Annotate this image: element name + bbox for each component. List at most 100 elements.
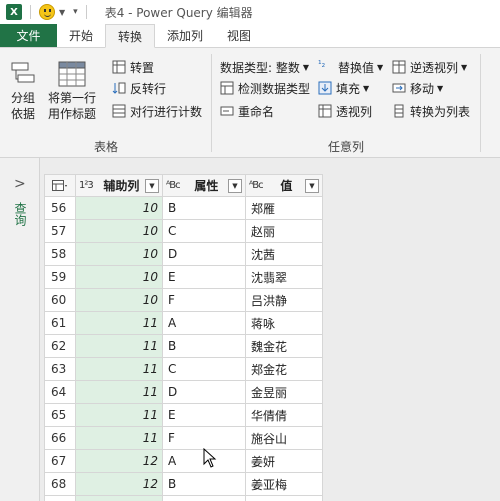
cell-attribute[interactable]: E — [162, 265, 246, 289]
cell-attribute[interactable]: E — [162, 403, 246, 427]
move-button[interactable]: 移动 ▼ — [392, 79, 443, 97]
table-row[interactable]: 65 11 E 华倩倩 — [44, 403, 323, 427]
cell-value[interactable]: 郑雁 — [245, 196, 323, 220]
cell-aux[interactable]: 12 — [75, 472, 163, 496]
column-header-value[interactable]: ᴬBc 值 ▼ — [245, 174, 323, 197]
cell-attribute[interactable]: D — [162, 242, 246, 266]
count-rows-button[interactable]: 对行进行计数 — [112, 102, 202, 120]
data-grid: 1²3 辅助列 ▼ ᴬBc 属性 ▼ ᴬBc 值 ▼ 56 10 B 郑雁 57… — [44, 174, 323, 501]
excel-icon[interactable]: X — [6, 4, 22, 20]
customize-qat-icon[interactable]: ▾ — [73, 7, 78, 17]
reverse-rows-button[interactable]: 反转行 — [112, 79, 166, 97]
text-type-icon[interactable]: ᴬBc — [249, 180, 264, 191]
cell-value[interactable]: 金昱丽 — [245, 380, 323, 404]
cell-attribute[interactable]: B — [162, 196, 246, 220]
cell-attribute[interactable]: B — [162, 334, 246, 358]
cell-aux[interactable]: 11 — [75, 403, 163, 427]
transpose-button[interactable]: 转置 — [112, 58, 154, 76]
replace-values-label: 替换值 — [338, 60, 375, 75]
cell-aux[interactable]: 10 — [75, 242, 163, 266]
detect-data-type-button[interactable]: 检测数据类型 — [220, 79, 310, 97]
table-row[interactable]: 68 12 B 姜亚梅 — [44, 472, 323, 496]
fill-button[interactable]: 填充 ▼ — [318, 79, 369, 97]
pivot-column-button[interactable]: 透视列 — [318, 102, 372, 120]
table-row[interactable]: 57 10 C 赵丽 — [44, 219, 323, 243]
cell-value[interactable]: 魏金花 — [245, 334, 323, 358]
tab-add-column[interactable]: 添加列 — [155, 24, 215, 47]
cell-value[interactable]: 沈茜 — [245, 242, 323, 266]
queries-pane-label[interactable]: 查询 — [12, 202, 29, 226]
group-by-button[interactable]: 分组 依据 — [8, 60, 38, 122]
unpivot-label: 逆透视列 — [410, 60, 459, 75]
column-filter-dropdown-icon[interactable]: ▼ — [228, 178, 242, 193]
tab-home[interactable]: 开始 — [57, 24, 105, 47]
cell-value[interactable]: 蒋咏 — [245, 311, 323, 335]
rename-button[interactable]: 重命名 — [220, 102, 274, 120]
cell-attribute[interactable]: C — [162, 495, 246, 501]
cell-value[interactable]: 吕洪静 — [245, 288, 323, 312]
table-row[interactable]: 62 11 B 魏金花 — [44, 334, 323, 358]
cell-aux[interactable]: 10 — [75, 265, 163, 289]
cell-value[interactable]: 沈翡翠 — [245, 265, 323, 289]
detect-type-label: 检测数据类型 — [238, 81, 311, 96]
table-row[interactable]: 6912C何寒 — [44, 495, 323, 501]
cell-aux[interactable]: 11 — [75, 334, 163, 358]
expand-queries-chevron-icon[interactable]: > — [14, 176, 26, 192]
unpivot-columns-button[interactable]: 逆透视列 ▼ — [392, 58, 467, 76]
smiley-dropdown-icon[interactable]: ▼ — [59, 8, 65, 17]
cell-attribute[interactable]: F — [162, 288, 246, 312]
cell-aux[interactable]: 11 — [75, 380, 163, 404]
cell-value[interactable]: 施谷山 — [245, 426, 323, 450]
tab-file[interactable]: 文件 — [0, 24, 57, 47]
cell-value[interactable]: 华倩倩 — [245, 403, 323, 427]
table-header-icon — [58, 61, 86, 87]
cell-value[interactable]: 赵丽 — [245, 219, 323, 243]
table-row[interactable]: 64 11 D 金昱丽 — [44, 380, 323, 404]
data-type-dropdown[interactable]: 数据类型: 整数 ▼ — [220, 58, 309, 76]
table-row[interactable]: 60 10 F 吕洪静 — [44, 288, 323, 312]
convert-to-list-button[interactable]: 转换为列表 — [392, 102, 470, 120]
feedback-smiley-icon[interactable] — [39, 4, 55, 20]
whole-number-type-icon[interactable]: 1²3 — [79, 180, 94, 191]
cell-attribute[interactable]: C — [162, 357, 246, 381]
cell-aux[interactable]: 10 — [75, 196, 163, 220]
cell-aux[interactable]: 12 — [75, 449, 163, 473]
cell-attribute[interactable]: C — [162, 219, 246, 243]
column-header-attribute[interactable]: ᴬBc 属性 ▼ — [162, 174, 246, 197]
use-first-row-as-headers-button[interactable]: 将第一行 用作标题 — [48, 60, 96, 122]
cell-attribute[interactable]: D — [162, 380, 246, 404]
cell-value[interactable]: 姜亚梅 — [245, 472, 323, 496]
cell-attribute[interactable]: F — [162, 426, 246, 450]
reverse-rows-label: 反转行 — [130, 81, 167, 96]
tab-transform[interactable]: 转换 — [105, 24, 156, 48]
cell-aux[interactable]: 11 — [75, 357, 163, 381]
table-row[interactable]: 59 10 E 沈翡翠 — [44, 265, 323, 289]
table-menu-corner[interactable] — [44, 174, 76, 197]
cell-aux[interactable]: 11 — [75, 311, 163, 335]
table-row[interactable]: 67 12 A 姜妍 — [44, 449, 323, 473]
text-type-icon[interactable]: ᴬBc — [166, 180, 181, 191]
cell-aux[interactable]: 10 — [75, 288, 163, 312]
column-header-aux[interactable]: 1²3 辅助列 ▼ — [75, 174, 163, 197]
cell-value[interactable]: 何寒 — [245, 495, 323, 501]
table-row[interactable]: 58 10 D 沈茜 — [44, 242, 323, 266]
cell-aux[interactable]: 11 — [75, 426, 163, 450]
table-row[interactable]: 61 11 A 蒋咏 — [44, 311, 323, 335]
table-row[interactable]: 66 11 F 施谷山 — [44, 426, 323, 450]
cell-value[interactable]: 姜妍 — [245, 449, 323, 473]
cell-aux[interactable]: 12 — [75, 495, 163, 501]
table-row[interactable]: 56 10 B 郑雁 — [44, 196, 323, 220]
cell-value[interactable]: 郑金花 — [245, 357, 323, 381]
cell-aux[interactable]: 10 — [75, 219, 163, 243]
replace-values-button[interactable]: ¹₂ 替换值 ▼ — [318, 58, 383, 76]
column-filter-dropdown-icon[interactable]: ▼ — [145, 178, 159, 193]
column-filter-dropdown-icon[interactable]: ▼ — [305, 178, 319, 193]
transpose-label: 转置 — [130, 60, 155, 75]
column-name-value: 值 — [280, 179, 293, 193]
tab-view[interactable]: 视图 — [215, 24, 263, 47]
table-row[interactable]: 63 11 C 郑金花 — [44, 357, 323, 381]
cell-attribute[interactable]: B — [162, 472, 246, 496]
data-preview-area: 1²3 辅助列 ▼ ᴬBc 属性 ▼ ᴬBc 值 ▼ 56 10 B 郑雁 57… — [40, 158, 500, 501]
cell-attribute[interactable]: A — [162, 311, 246, 335]
unpivot-chevron-icon: ▼ — [461, 62, 468, 72]
